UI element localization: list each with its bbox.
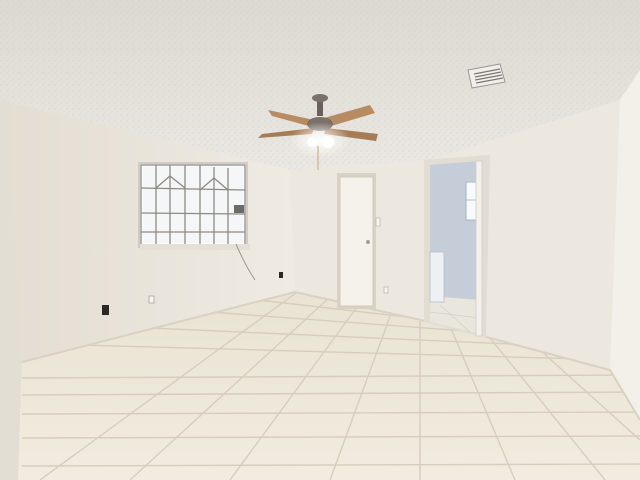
electrical-outlet: [148, 295, 155, 304]
electrical-outlet: [279, 272, 283, 278]
bathroom-vanity: [429, 251, 445, 303]
light-switch[interactable]: [375, 217, 381, 227]
barred-window: [138, 162, 250, 250]
room-scene: [0, 0, 640, 480]
fan-light: [290, 122, 350, 158]
bathroom-doorway[interactable]: [424, 155, 490, 338]
electrical-outlet: [102, 305, 109, 315]
closet-door[interactable]: [337, 173, 376, 309]
electrical-outlet: [383, 286, 389, 294]
door-knob[interactable]: [366, 240, 370, 244]
